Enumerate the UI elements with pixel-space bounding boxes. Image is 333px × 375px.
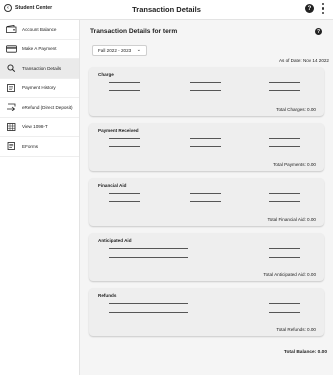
blank-line <box>269 303 300 304</box>
blank-line <box>109 201 140 202</box>
section-total: Total Financial Aid: 0.00 <box>267 217 316 222</box>
sidebar-item-label: Make A Payment <box>22 46 57 52</box>
section-total: Total Charges: 0.00 <box>276 107 316 112</box>
blank-line <box>269 201 300 202</box>
blank-line <box>109 82 140 83</box>
sidebar-item-transaction-details[interactable]: Transaction Details <box>0 59 79 79</box>
more-options-icon[interactable] <box>321 3 325 14</box>
blank-line <box>109 257 188 258</box>
total-balance: Total Balance: 0.00 <box>283 350 327 355</box>
payment-card-icon <box>6 45 17 53</box>
sidebar-item-label: eRefund (Direct Deposit) <box>22 104 73 110</box>
section-title: Financial Aid <box>98 183 127 188</box>
blank-line <box>269 90 300 91</box>
wallet-icon <box>6 25 17 34</box>
sidebar-item-payment-history[interactable]: Payment History <box>0 79 79 98</box>
section-total: Total Payments: 0.00 <box>273 162 316 167</box>
blank-line <box>109 138 140 139</box>
sidebar: Account Balance Make A Payment Transacti… <box>0 20 80 375</box>
blank-line <box>269 312 300 313</box>
info-icon[interactable]: ? <box>315 28 322 35</box>
refunds-section: Refunds Total Refunds: 0.00 <box>89 288 324 336</box>
section-title: Payment Received <box>98 128 139 133</box>
term-select[interactable]: Fall 2022 - 2023 ⌄ <box>92 45 147 56</box>
blank-line <box>190 138 221 139</box>
page-header-title: Transaction Details <box>132 5 201 14</box>
blank-line <box>109 146 140 147</box>
sidebar-item-erefund[interactable]: eRefund (Direct Deposit) <box>0 98 79 118</box>
blank-line <box>269 138 300 139</box>
blank-line <box>190 193 221 194</box>
sidebar-item-label: EForms <box>22 143 39 149</box>
blank-line <box>109 312 188 313</box>
sidebar-item-view-1098t[interactable]: View 1098-T <box>0 118 79 137</box>
blank-line <box>109 90 140 91</box>
section-total: Total Anticipated Aid: 0.00 <box>263 272 316 277</box>
section-title: Anticipated Aid <box>98 238 132 243</box>
blank-line <box>269 146 300 147</box>
blank-line <box>190 90 221 91</box>
form-icon <box>6 142 17 151</box>
section-title: Charge <box>98 72 114 77</box>
sidebar-item-label: View 1098-T <box>22 124 48 130</box>
refund-icon <box>6 103 17 112</box>
as-of-date: As of Date: Nov 14 2022 <box>278 58 329 63</box>
sidebar-item-eforms[interactable]: EForms <box>0 137 79 157</box>
blank-line <box>190 146 221 147</box>
sidebar-item-make-a-payment[interactable]: Make A Payment <box>0 40 79 59</box>
sidebar-item-account-balance[interactable]: Account Balance <box>0 20 79 40</box>
payment-received-section: Payment Received Total Payments: 0.00 <box>89 123 324 171</box>
blank-line <box>269 257 300 258</box>
main-content: Transaction Details for term ? Fall 2022… <box>80 20 333 375</box>
help-icon[interactable]: ? <box>305 4 314 13</box>
blank-line <box>269 248 300 249</box>
page-title: Transaction Details for term <box>90 28 178 35</box>
blank-line <box>109 193 140 194</box>
section-total: Total Refunds: 0.00 <box>276 327 316 332</box>
blank-line <box>269 82 300 83</box>
blank-line <box>190 82 221 83</box>
charge-section: Charge Total Charges: 0.00 <box>89 67 324 116</box>
term-select-value: Fall 2022 - 2023 <box>98 48 132 53</box>
blank-line <box>109 248 188 249</box>
financial-aid-section: Financial Aid Total Financial Aid: 0.00 <box>89 178 324 226</box>
sidebar-item-label: Transaction Details <box>22 65 62 71</box>
search-icon <box>6 64 17 73</box>
blank-line <box>109 303 188 304</box>
anticipated-aid-section: Anticipated Aid Total Anticipated Aid: 0… <box>89 233 324 281</box>
blank-line <box>269 193 300 194</box>
sidebar-item-label: Account Balance <box>22 26 57 32</box>
section-title: Refunds <box>98 293 117 298</box>
blank-line <box>190 201 221 202</box>
top-bar: ‹ Student Center Transaction Details ? <box>0 0 333 20</box>
tax-form-icon <box>6 122 17 131</box>
history-icon <box>6 83 17 92</box>
chevron-down-icon: ⌄ <box>136 47 141 53</box>
sidebar-item-label: Payment History <box>22 85 56 91</box>
